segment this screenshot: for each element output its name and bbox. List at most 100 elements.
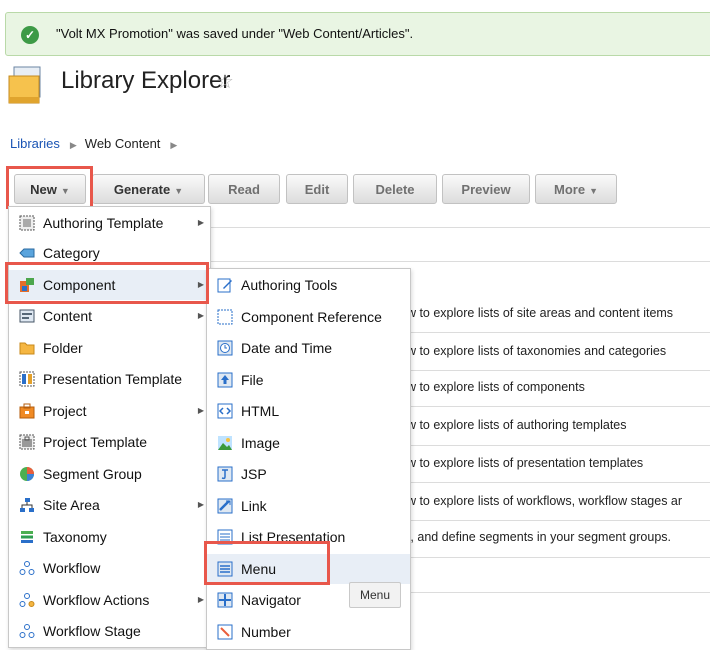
notice-message: "Volt MX Promotion" was saved under "Web… — [56, 26, 414, 41]
submenu-item-label: HTML — [241, 403, 280, 419]
chevron-right-icon: ▶ — [197, 311, 204, 320]
submenu-item-component-reference[interactable]: Component Reference — [207, 302, 410, 332]
menu-item-label: Project — [43, 403, 87, 419]
breadcrumb-web-content[interactable]: Web Content — [85, 136, 161, 151]
more-button[interactable]: More ▼ — [535, 174, 617, 204]
submenu-item-label: Authoring Tools — [241, 277, 338, 293]
library-explorer-icon — [8, 66, 41, 104]
category-icon — [19, 248, 35, 258]
favorite-star-icon[interactable]: ☆ — [216, 69, 234, 94]
workflow-actions-icon — [19, 593, 35, 607]
tooltip: Menu — [349, 582, 401, 608]
menu-item-segment-group[interactable]: Segment Group — [9, 459, 210, 489]
link-icon — [217, 498, 233, 514]
content-icon — [19, 309, 35, 323]
submenu-item-label: Component Reference — [241, 309, 382, 325]
component-reference-icon — [217, 309, 233, 325]
project-icon — [19, 403, 35, 419]
menu-item-workflow-actions[interactable]: Workflow Actions ▶ — [9, 585, 210, 615]
page-title: Library Explorer — [61, 67, 231, 94]
menu-item-label: Site Area — [43, 497, 100, 513]
taxonomy-icon — [21, 531, 33, 543]
highlight-box-new — [6, 166, 93, 209]
submenu-item-label: Date and Time — [241, 340, 333, 356]
submenu-item-label: Image — [241, 435, 280, 451]
submenu-item-file[interactable]: File — [207, 365, 410, 395]
success-notice: ✓ "Volt MX Promotion" was saved under "W… — [5, 12, 710, 56]
menu-item-label: Workflow Stage — [43, 623, 141, 639]
menu-item-label: Content — [43, 308, 93, 324]
chevron-right-icon: ▶ — [197, 500, 204, 509]
submenu-item-label: Number — [241, 624, 291, 640]
generate-button[interactable]: Generate ▼ — [92, 174, 205, 204]
authoring-tools-icon — [217, 278, 232, 293]
submenu-item-image[interactable]: Image — [207, 428, 410, 458]
file-icon — [217, 372, 233, 388]
site-area-icon — [20, 498, 34, 512]
chevron-down-icon: ▼ — [589, 186, 598, 196]
menu-item-label: Project Template — [43, 434, 148, 450]
menu-item-project-template[interactable]: Project Template — [9, 427, 210, 457]
date-time-icon — [217, 340, 233, 356]
row-description: te, and define segments in your segment … — [400, 530, 671, 544]
breadcrumb-separator-icon: ▶ — [170, 140, 178, 150]
row-description: ew to explore lists of authoring templat… — [400, 418, 627, 432]
workflow-icon — [19, 561, 35, 575]
menu-item-authoring-template[interactable]: Authoring Template ▶ — [9, 208, 210, 238]
edit-button[interactable]: Edit — [286, 174, 348, 204]
menu-item-site-area[interactable]: Site Area ▶ — [9, 490, 210, 520]
menu-item-workflow-stage[interactable]: Workflow Stage — [9, 616, 210, 646]
folder-icon — [19, 342, 35, 355]
menu-item-taxonomy[interactable]: Taxonomy — [9, 522, 210, 552]
chevron-right-icon: ▶ — [197, 218, 204, 227]
menu-item-label: Workflow — [43, 560, 101, 576]
generate-label: Generate — [113, 182, 171, 197]
image-icon — [218, 436, 232, 450]
chevron-right-icon: ▶ — [197, 595, 204, 604]
menu-item-label: Taxonomy — [43, 529, 107, 545]
menu-item-label: Authoring Template — [43, 215, 164, 231]
submenu-item-label: Link — [241, 498, 267, 514]
menu-item-label: Workflow Actions — [43, 592, 150, 608]
submenu-item-link[interactable]: Link — [207, 491, 410, 521]
menu-item-presentation-template[interactable]: Presentation Template — [9, 364, 210, 394]
read-button[interactable]: Read — [208, 174, 280, 204]
navigator-icon — [217, 592, 233, 608]
number-icon — [217, 624, 233, 640]
preview-button[interactable]: Preview — [442, 174, 530, 204]
chevron-right-icon: ▶ — [197, 406, 204, 415]
submenu-item-jsp[interactable]: JSP — [207, 459, 410, 489]
submenu-item-label: JSP — [241, 466, 267, 482]
template-icon — [19, 215, 35, 231]
breadcrumb: Libraries ▶ Web Content ▶ — [10, 136, 185, 151]
submenu-item-authoring-tools[interactable]: Authoring Tools — [207, 270, 410, 300]
row-description: ew to explore lists of taxonomies and ca… — [400, 344, 667, 358]
submenu-item-html[interactable]: HTML — [207, 396, 410, 426]
menu-item-label: Folder — [43, 340, 83, 356]
breadcrumb-separator-icon: ▶ — [69, 140, 77, 150]
chevron-down-icon: ▼ — [174, 186, 184, 196]
submenu-item-date-time[interactable]: Date and Time — [207, 333, 410, 363]
row-description: ew to explore lists of presentation temp… — [400, 456, 644, 470]
menu-item-label: Segment Group — [43, 466, 142, 482]
segment-group-icon — [20, 467, 34, 481]
submenu-item-number[interactable]: Number — [207, 617, 410, 647]
row-description: ew to explore lists of site areas and co… — [400, 306, 674, 320]
submenu-item-label: Navigator — [241, 592, 301, 608]
menu-item-folder[interactable]: Folder — [9, 333, 210, 363]
project-template-icon — [19, 434, 35, 450]
highlight-box-menu — [204, 541, 330, 585]
html-icon — [217, 403, 233, 419]
submenu-item-label: File — [241, 372, 264, 388]
menu-item-workflow[interactable]: Workflow — [9, 553, 210, 583]
menu-item-content[interactable]: Content ▶ — [9, 301, 210, 331]
breadcrumb-libraries[interactable]: Libraries — [10, 136, 60, 151]
delete-button[interactable]: Delete — [353, 174, 437, 204]
more-label: More — [554, 182, 586, 197]
menu-item-project[interactable]: Project ▶ — [9, 396, 210, 426]
presentation-template-icon — [19, 371, 35, 387]
divider — [210, 261, 710, 262]
row-description: ew to explore lists of workflows, workfl… — [400, 494, 683, 508]
jsp-icon — [217, 466, 233, 482]
row-description: ew to explore lists of components — [400, 380, 585, 394]
